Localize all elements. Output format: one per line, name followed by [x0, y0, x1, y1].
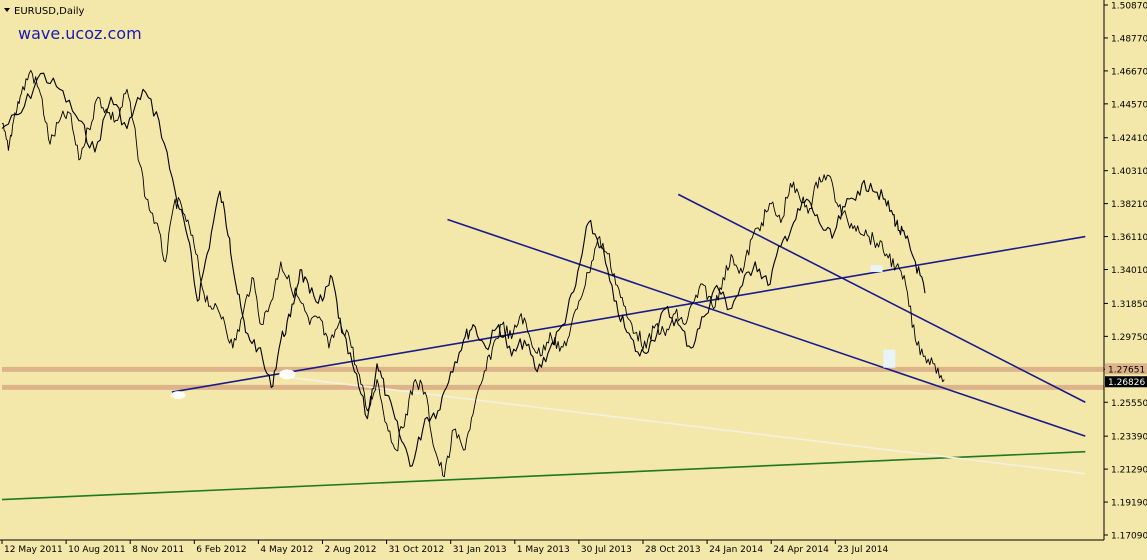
- x-tick-label: 30 Jul 2013: [581, 545, 632, 555]
- y-tick-label: 1.46670: [1111, 67, 1147, 77]
- x-tick-label: 23 Jul 2014: [837, 545, 888, 555]
- y-tick-label: 1.29750: [1111, 333, 1147, 343]
- y-tick-label: 1.21290: [1111, 466, 1147, 476]
- x-tick-label: 12 May 2011: [4, 545, 63, 555]
- y-tick-label: 1.34010: [1111, 266, 1147, 276]
- x-tick-label: 4 May 2012: [260, 545, 313, 555]
- pivot-marker-3: [870, 264, 883, 272]
- y-tick-label: 1.38210: [1111, 200, 1147, 210]
- y-tick-label: 1.25550: [1111, 399, 1147, 409]
- level-price-label: 1.27651: [1108, 365, 1145, 375]
- y-tick-label: 1.31850: [1111, 300, 1147, 310]
- x-tick-label: 28 Oct 2013: [645, 545, 701, 555]
- x-tick-label: 31 Jan 2013: [453, 545, 507, 555]
- y-tick-label: 1.42410: [1111, 134, 1147, 144]
- y-tick-label: 1.48770: [1111, 34, 1147, 44]
- chart-window[interactable]: 1.50870 1.48770 1.46670 1.44570 1.42410 1.403…: [0, 0, 1147, 556]
- symbol-title: EURUSD,Daily: [14, 6, 85, 17]
- x-tick-label: 24 Jan 2014: [709, 545, 763, 555]
- y-tick-label: 1.36110: [1111, 233, 1147, 243]
- current-price-label: 1.26826: [1108, 378, 1145, 388]
- y-tick-label: 1.44570: [1111, 100, 1147, 110]
- x-tick-label: 10 Aug 2011: [68, 545, 126, 555]
- x-tick-label: 1 May 2013: [517, 545, 570, 555]
- chart-background: [0, 0, 1147, 556]
- x-tick-label: 8 Nov 2011: [132, 545, 184, 555]
- price-chart[interactable]: 1.50870 1.48770 1.46670 1.44570 1.42410 1.403…: [0, 0, 1147, 556]
- y-tick-label: 1.40310: [1111, 167, 1147, 177]
- y-tick-label: 1.19190: [1111, 499, 1147, 509]
- x-tick-label: 31 Oct 2012: [389, 545, 445, 555]
- x-tick-label: 6 Feb 2012: [196, 545, 246, 555]
- x-tick-label: 24 Apr 2014: [773, 545, 829, 555]
- pivot-marker-1: [171, 391, 186, 400]
- x-tick-label: 2 Aug 2012: [325, 545, 377, 555]
- y-tick-label: 1.50870: [1111, 2, 1147, 12]
- pivot-marker-4: [883, 349, 896, 368]
- y-tick-label: 1.23390: [1111, 433, 1147, 443]
- pivot-marker-2: [279, 369, 296, 380]
- y-tick-label: 1.17090: [1111, 532, 1147, 542]
- watermark-text: wave.ucoz.com: [18, 24, 142, 43]
